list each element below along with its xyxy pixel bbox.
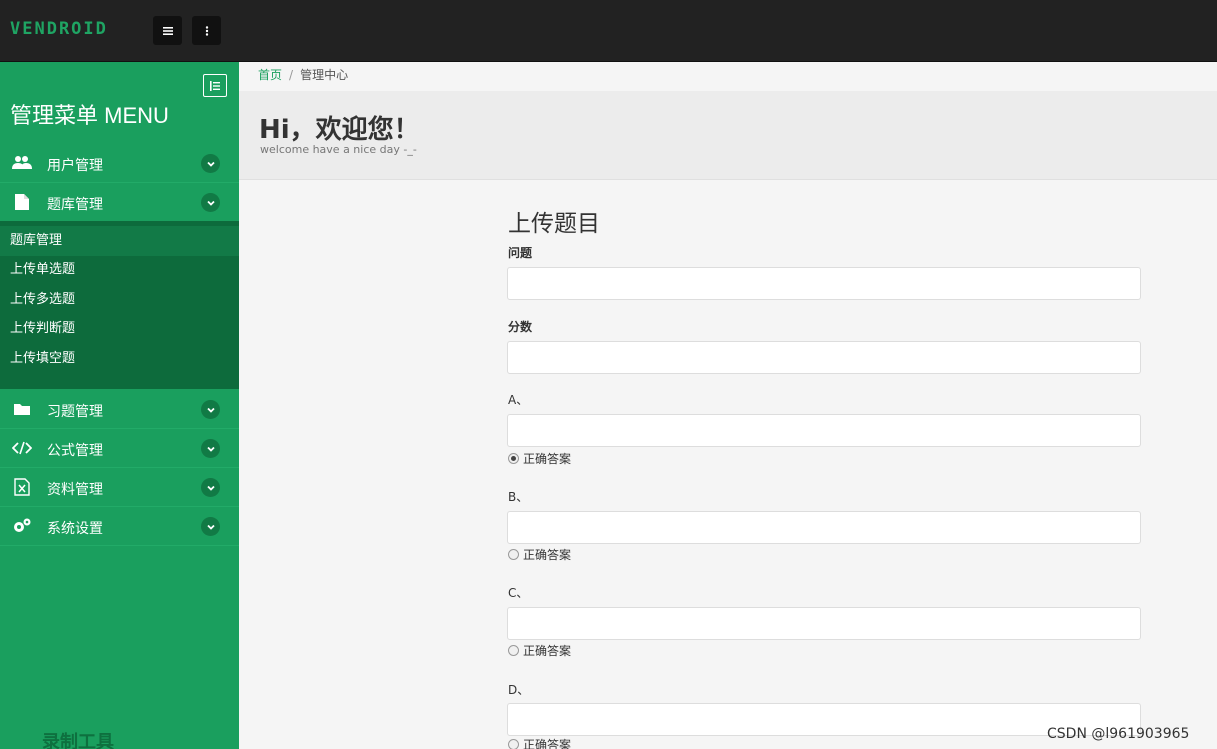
option-c-label: C、	[508, 586, 529, 600]
sidebar-item-system-settings[interactable]: 系统设置	[0, 507, 239, 546]
breadcrumb: 首页 / 管理中心	[239, 62, 1217, 91]
chevron-down-icon	[201, 193, 220, 212]
vertical-dots-icon	[205, 25, 208, 36]
sidebar-item-user-management[interactable]: 用户管理	[0, 144, 239, 183]
chevron-down-icon	[201, 154, 220, 173]
recorder-watermark: 录制工具	[42, 732, 114, 749]
radio-button[interactable]	[508, 738, 519, 749]
form-title: 上传题目	[508, 211, 600, 237]
breadcrumb-home-link[interactable]: 首页	[258, 68, 282, 82]
option-c-input[interactable]	[507, 607, 1141, 640]
users-icon	[12, 153, 32, 173]
page-title: Hi，欢迎您！	[259, 115, 420, 145]
gears-icon	[12, 516, 32, 536]
sidebar-item-label: 资料管理	[47, 482, 103, 498]
csdn-watermark: CSDN @l961903965	[1047, 726, 1190, 742]
sidebar-item-label: 题库管理	[47, 197, 103, 213]
submenu-question-bank: 题库管理 上传单选题 上传多选题 上传判断题 上传填空题	[0, 221, 239, 389]
submenu-item-upload-single-choice[interactable]: 上传单选题	[0, 255, 239, 285]
menu-title: 管理菜单 MENU	[10, 103, 169, 128]
sidebar-item-label: 系统设置	[47, 521, 103, 537]
correct-answer-label: 正确答案	[523, 643, 572, 658]
collapse-list-icon	[210, 80, 220, 91]
sidebar-collapse-button[interactable]	[203, 74, 227, 97]
sidebar-item-label: 习题管理	[47, 404, 103, 420]
question-input[interactable]	[507, 267, 1141, 300]
hamburger-menu-button[interactable]	[153, 16, 182, 45]
sidebar-item-formula-management[interactable]: 公式管理	[0, 429, 239, 468]
submenu-item-upload-fill-blank[interactable]: 上传填空题	[0, 344, 239, 374]
chevron-down-icon	[201, 478, 220, 497]
option-a-input[interactable]	[507, 414, 1141, 447]
breadcrumb-separator: /	[289, 68, 294, 82]
hamburger-icon	[162, 26, 173, 35]
radio-button[interactable]	[508, 644, 519, 656]
sidebar-item-label: 公式管理	[47, 443, 103, 459]
file-icon	[12, 192, 32, 212]
option-b-correct[interactable]: 正确答案	[508, 547, 572, 562]
breadcrumb-current: 管理中心	[300, 68, 349, 82]
option-d-input[interactable]	[507, 703, 1141, 736]
radio-button[interactable]	[508, 548, 519, 560]
correct-answer-label: 正确答案	[523, 451, 572, 466]
chevron-down-icon	[201, 400, 220, 419]
option-b-input[interactable]	[507, 511, 1141, 544]
submenu-item-question-bank[interactable]: 题库管理	[0, 226, 239, 256]
correct-answer-label: 正确答案	[523, 547, 572, 562]
submenu-item-upload-multiple-choice[interactable]: 上传多选题	[0, 285, 239, 315]
option-a-label: A、	[508, 393, 529, 407]
sidebar-item-question-bank[interactable]: 题库管理	[0, 183, 239, 222]
chevron-down-icon	[201, 517, 220, 536]
page-subtitle: welcome have a nice day -_-	[260, 143, 417, 156]
welcome-banner: Hi，欢迎您！ welcome have a nice day -_-	[239, 91, 1217, 180]
option-c-correct[interactable]: 正确答案	[508, 643, 572, 658]
option-d-correct[interactable]: 正确答案	[508, 737, 571, 749]
sidebar: 管理菜单 MENU 用户管理 题库管理 题库管理 上传单选题 上传多选题 上传判…	[0, 62, 239, 749]
sidebar-item-material-management[interactable]: 资料管理	[0, 468, 239, 507]
option-d-label: D、	[508, 683, 530, 697]
sidebar-item-exercise-management[interactable]: 习题管理	[0, 390, 239, 429]
code-icon	[12, 438, 32, 458]
submenu-item-upload-true-false[interactable]: 上传判断题	[0, 314, 239, 344]
score-label: 分数	[508, 320, 533, 334]
chevron-down-icon	[201, 439, 220, 458]
score-input[interactable]	[507, 341, 1141, 374]
option-b-label: B、	[508, 490, 529, 504]
sidebar-item-label: 用户管理	[47, 158, 103, 174]
logo[interactable]: VENDROID	[10, 19, 108, 39]
top-navbar: VENDROID	[0, 0, 1217, 62]
folder-icon	[12, 399, 32, 419]
radio-button[interactable]	[508, 452, 519, 464]
more-options-button[interactable]	[192, 16, 221, 45]
excel-file-icon	[12, 477, 32, 497]
option-a-correct[interactable]: 正确答案	[508, 451, 572, 466]
question-label: 问题	[508, 246, 533, 260]
correct-answer-label: 正确答案	[523, 737, 572, 749]
